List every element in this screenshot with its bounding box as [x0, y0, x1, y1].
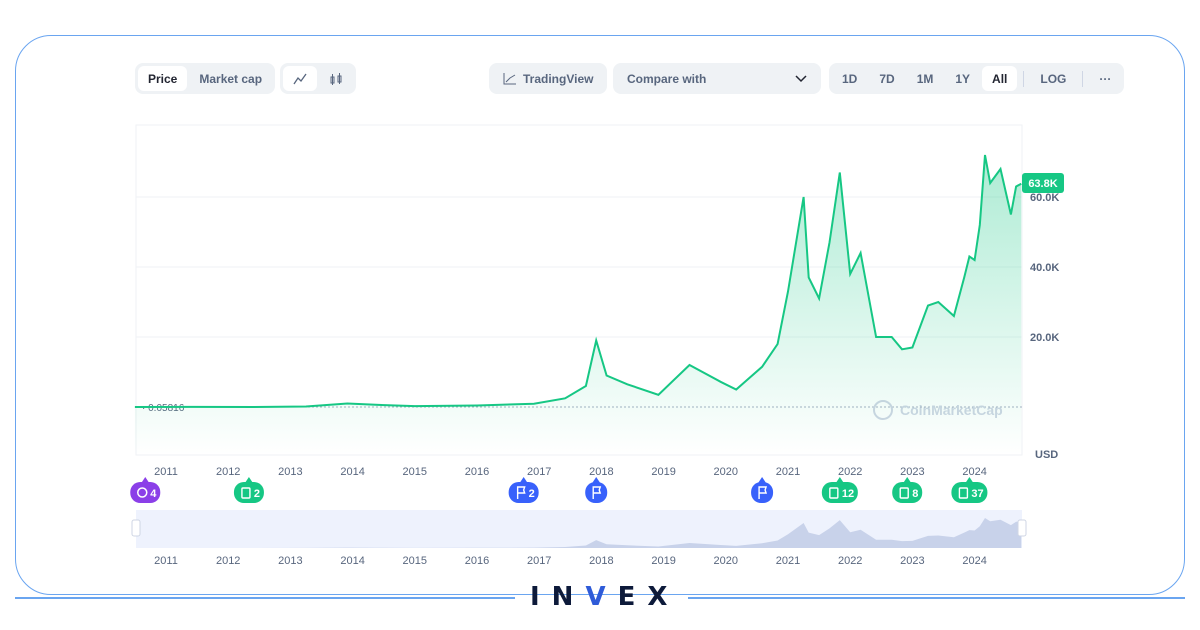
event-count: 37	[971, 488, 983, 500]
event-marker-pointer	[141, 477, 150, 483]
navigator-tick-label: 2017	[527, 555, 551, 567]
x-tick-label: 2022	[838, 466, 862, 478]
x-tick-label: 2014	[340, 466, 364, 478]
x-tick-label: 2023	[900, 466, 924, 478]
event-count: 2	[254, 488, 260, 500]
navigator-tick-label: 2023	[900, 555, 924, 567]
navigator-tick-label: 2024	[962, 555, 986, 567]
y-tick-label: 20.0K	[1030, 332, 1059, 344]
y-tick-label: 40.0K	[1030, 262, 1059, 274]
y-tick-label: 60.0K	[1030, 192, 1059, 204]
divider	[688, 597, 1185, 599]
navigator-tick-label: 2021	[776, 555, 800, 567]
navigator-tick-label: 2015	[403, 555, 427, 567]
x-tick-label: 2015	[403, 466, 427, 478]
x-tick-label: 2019	[651, 466, 675, 478]
navigator-tick-label: 2013	[278, 555, 302, 567]
x-tick-label: 2012	[216, 466, 240, 478]
x-tick-label: 2020	[714, 466, 738, 478]
navigator-tick-label: 2019	[651, 555, 675, 567]
divider	[15, 597, 515, 599]
brand-logo: INVEX	[530, 582, 680, 612]
event-count: 12	[842, 488, 854, 500]
navigator-tick-label: 2022	[838, 555, 862, 567]
navigator-tick-label: 2012	[216, 555, 240, 567]
event-count: 4	[150, 488, 157, 500]
navigator-handle[interactable]	[131, 519, 141, 537]
event-marker-pointer	[758, 477, 767, 483]
event-count: 8	[912, 488, 918, 500]
event-count: 2	[529, 488, 535, 500]
navigator-tick-label: 2016	[465, 555, 489, 567]
current-price-label: 63.8K	[1028, 178, 1057, 190]
x-tick-label: 2016	[465, 466, 489, 478]
navigator-handle[interactable]	[1017, 519, 1027, 537]
x-tick-label: 2024	[962, 466, 986, 478]
event-marker-pointer	[244, 477, 253, 483]
price-chart[interactable]: 20.0K40.0K60.0K· 0.05816CoinMarketCap63.…	[0, 0, 1200, 630]
x-tick-label: 2021	[776, 466, 800, 478]
x-tick-label: 2017	[527, 466, 551, 478]
navigator-tick-label: 2018	[589, 555, 613, 567]
x-tick-label: 2018	[589, 466, 613, 478]
x-tick-label: 2013	[278, 466, 302, 478]
x-tick-label: 2011	[154, 466, 178, 478]
y-axis-unit: USD	[1035, 449, 1058, 461]
navigator-tick-label: 2011	[154, 555, 178, 567]
navigator-tick-label: 2020	[714, 555, 738, 567]
navigator-tick-label: 2014	[340, 555, 364, 567]
